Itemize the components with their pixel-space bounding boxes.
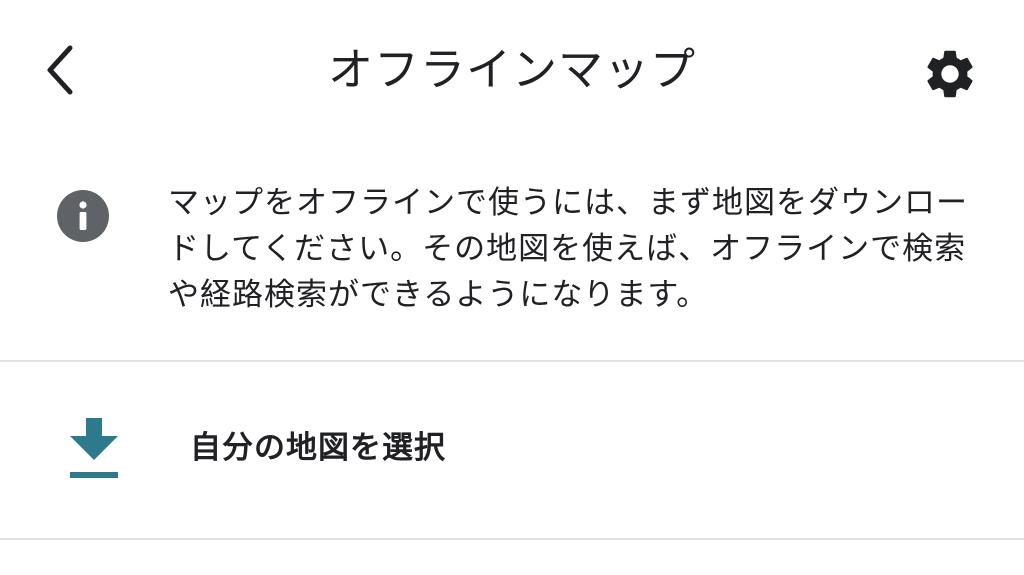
divider xyxy=(0,538,1024,540)
gear-icon xyxy=(927,50,973,98)
select-map-button[interactable]: 自分の地図を選択 xyxy=(0,362,1024,538)
app-bar: オフラインマップ xyxy=(0,0,1024,140)
download-icon xyxy=(70,418,118,478)
info-section: マップをオフラインで使うには、まず地図をダウンロードしてください。その地図を使え… xyxy=(0,140,1024,360)
info-icon xyxy=(57,190,109,242)
settings-button[interactable] xyxy=(916,40,984,108)
select-map-label: 自分の地図を選択 xyxy=(190,430,446,466)
page-title: オフラインマップ xyxy=(327,43,696,96)
info-message: マップをオフラインで使うには、まず地図をダウンロードしてください。その地図を使え… xyxy=(168,185,968,313)
